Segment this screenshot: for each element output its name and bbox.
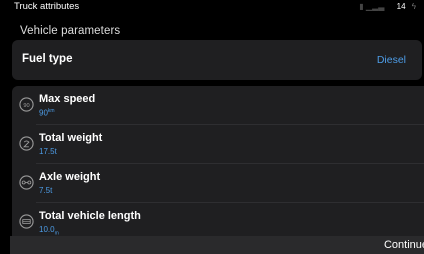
clock: 14 bbox=[396, 2, 406, 11]
total-vehicle-length-row[interactable]: Total vehicle length 10.0m bbox=[12, 203, 424, 236]
total-weight-label: Total weight bbox=[39, 132, 103, 144]
continue-button[interactable]: Continue bbox=[384, 239, 424, 251]
status-indicators: ▮ ▁▂▃ 14 ϟ bbox=[359, 1, 416, 13]
status-bar: Truck attributes ▮ ▁▂▃ 14 ϟ bbox=[0, 0, 424, 14]
axle-icon bbox=[19, 175, 34, 190]
window-title: Truck attributes bbox=[14, 1, 80, 12]
bottom-action-bar: Continue bbox=[10, 236, 424, 254]
length-icon bbox=[19, 214, 34, 229]
svg-text:90: 90 bbox=[23, 103, 29, 109]
speed-limit-icon: 90 bbox=[19, 97, 34, 112]
total-vehicle-length-value: 10.0m bbox=[39, 225, 59, 236]
axle-weight-row[interactable]: Axle weight 7.5t bbox=[12, 164, 424, 202]
max-speed-row[interactable]: 90 Max speed 90km bbox=[12, 86, 424, 124]
weight-icon bbox=[19, 136, 34, 151]
fuel-type-row[interactable]: Fuel type Diesel bbox=[12, 40, 422, 80]
max-speed-label: Max speed bbox=[39, 93, 96, 105]
truck-parameter-list: 90 Max speed 90km Total weight 17.5t Axl… bbox=[12, 86, 424, 236]
charging-icon: ϟ bbox=[411, 2, 416, 11]
axle-weight-label: Axle weight bbox=[39, 171, 101, 183]
signal-icon: ▮ ▁▂▃ bbox=[359, 2, 385, 11]
axle-weight-value: 7.5t bbox=[39, 186, 53, 195]
fuel-type-label: Fuel type bbox=[22, 53, 73, 65]
section-title: Vehicle parameters bbox=[20, 25, 121, 37]
total-weight-value: 17.5t bbox=[39, 147, 57, 156]
total-vehicle-length-label: Total vehicle length bbox=[39, 210, 141, 222]
max-speed-value: 90km bbox=[39, 108, 55, 118]
total-weight-row[interactable]: Total weight 17.5t bbox=[12, 125, 424, 163]
fuel-type-value: Diesel bbox=[376, 54, 406, 66]
